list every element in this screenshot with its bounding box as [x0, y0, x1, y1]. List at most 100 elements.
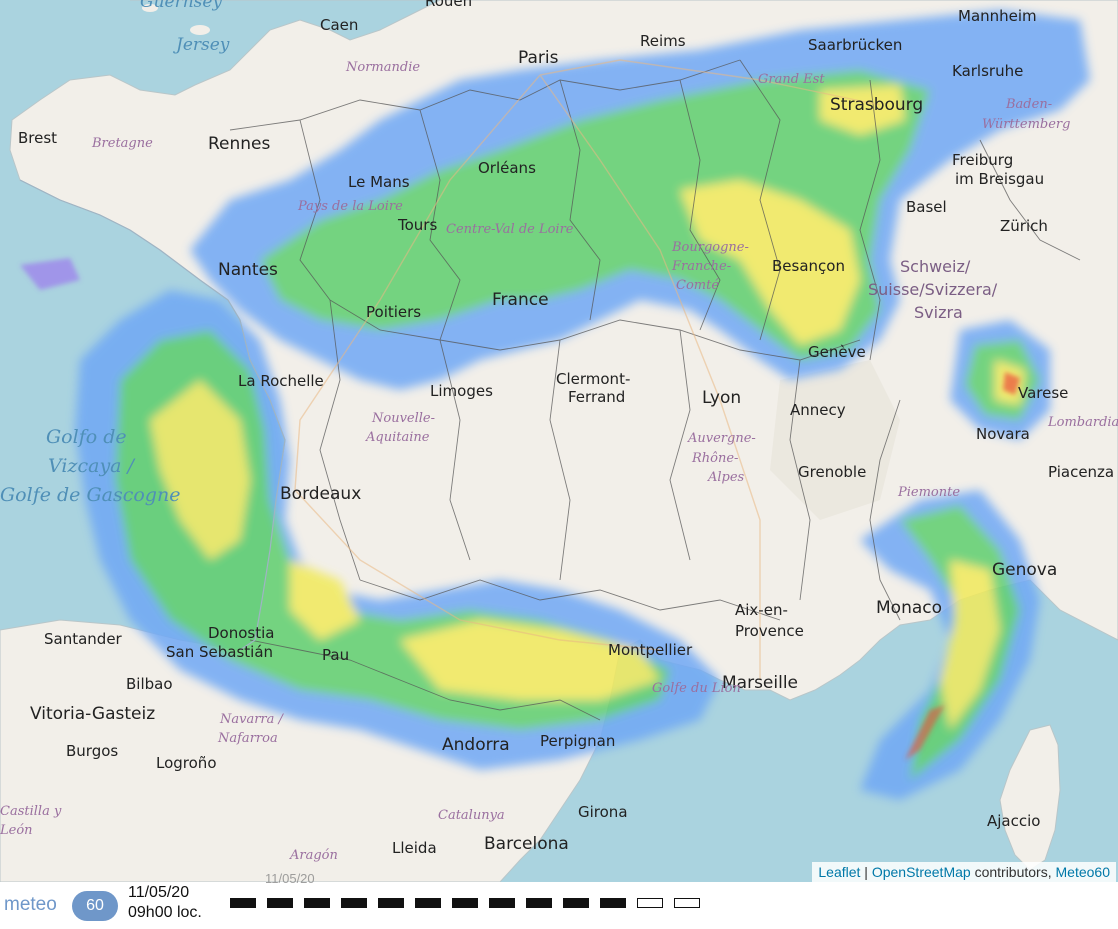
city-label: Varese: [1018, 384, 1069, 402]
region-label: Grand Est: [758, 72, 825, 87]
city-label: Logroño: [156, 754, 217, 772]
city-label: Rouen: [425, 0, 473, 10]
sea-label: Vizcaya /: [48, 455, 134, 477]
timeline-frame[interactable]: [304, 898, 330, 908]
city-label: Pau: [322, 646, 350, 664]
region-label: Lombardia: [1048, 415, 1118, 430]
city-label: Karlsruhe: [952, 62, 1024, 80]
region-label: Catalunya: [438, 808, 505, 823]
city-label: Bilbao: [126, 675, 173, 693]
city-label: Mannheim: [958, 7, 1037, 25]
timeline-frame[interactable]: [637, 898, 663, 908]
city-label: Perpignan: [540, 732, 616, 750]
city-label: Novara: [976, 425, 1030, 443]
region-label: Navarra /: [220, 712, 283, 727]
timeline-frame[interactable]: [341, 898, 367, 908]
city-label: im Breisgau: [955, 170, 1045, 188]
openstreetmap-link[interactable]: OpenStreetMap: [872, 864, 971, 880]
city-label: Le Mans: [348, 173, 410, 191]
ghost-date: 11/05/20: [265, 871, 315, 886]
city-label: Annecy: [790, 401, 846, 419]
city-label: Lleida: [392, 839, 437, 857]
region-label: Normandie: [346, 60, 421, 75]
city-label: Ferrand: [568, 388, 626, 406]
region-label: León: [0, 823, 33, 838]
region-label: Piemonte: [898, 485, 961, 500]
sea-label: Golfo de: [46, 426, 127, 448]
region-label: Aragón: [290, 848, 338, 863]
region-label: Pays de la Loire: [298, 199, 403, 214]
timeline-frame[interactable]: [489, 898, 515, 908]
timeline-frame[interactable]: [378, 898, 404, 908]
city-label: France: [492, 290, 549, 310]
city-label: Girona: [578, 803, 628, 821]
city-label: Basel: [906, 198, 947, 216]
city-label: Lyon: [702, 388, 742, 408]
city-label: Orléans: [478, 159, 536, 177]
region-label: Bretagne: [92, 136, 153, 151]
city-label: Genova: [992, 560, 1058, 580]
attribution-separator: |: [860, 864, 872, 880]
leaflet-link[interactable]: Leaflet: [818, 864, 860, 880]
logo-number-bubble: 60: [72, 891, 118, 921]
city-label: Caen: [320, 16, 359, 34]
island-label: Guernsey: [140, 0, 223, 12]
region-label: Bourgogne-: [672, 240, 749, 255]
country-label: Suisse/Svizzera/: [868, 280, 998, 299]
city-label: Andorra: [442, 735, 510, 755]
animation-timeline[interactable]: [230, 898, 700, 910]
city-label: Reims: [640, 32, 686, 50]
meteo60-logo: meteo 60: [0, 887, 122, 923]
region-label: Nafarroa: [218, 731, 278, 746]
city-label: Burgos: [66, 742, 119, 760]
city-label: Limoges: [430, 382, 493, 400]
region-label: Auvergne-: [688, 431, 756, 446]
city-label: Ajaccio: [987, 812, 1041, 830]
timeline-frame[interactable]: [230, 898, 256, 908]
timestamp-time: 09h00 loc.: [128, 904, 202, 921]
logo-word: meteo: [4, 894, 57, 915]
region-label: Alpes: [708, 470, 745, 485]
city-label: Piacenza: [1048, 463, 1115, 481]
jersey-island: [190, 25, 210, 35]
city-label: Zürich: [1000, 217, 1048, 235]
region-label: Castilla y: [0, 804, 62, 819]
timeline-frame[interactable]: [267, 898, 293, 908]
timeline-frame[interactable]: [600, 898, 626, 908]
timeline-frame[interactable]: [415, 898, 441, 908]
city-label: Montpellier: [608, 641, 693, 659]
city-label: Clermont-: [556, 370, 631, 388]
map-attribution: Leaflet | OpenStreetMap contributors, Me…: [812, 862, 1116, 882]
city-label: La Rochelle: [238, 372, 324, 390]
city-label: Barcelona: [484, 834, 569, 854]
city-label: Provence: [735, 622, 804, 640]
city-label: Saarbrücken: [808, 36, 903, 54]
region-label: Nouvelle-: [372, 411, 436, 426]
city-label: Paris: [518, 48, 559, 68]
attribution-contributors: contributors,: [970, 864, 1056, 880]
region-label: Centre-Val de Loire: [446, 222, 574, 237]
timeline-frame[interactable]: [452, 898, 478, 908]
city-label: Santander: [44, 630, 122, 648]
country-label: Schweiz/: [900, 257, 971, 276]
timeline-frame[interactable]: [563, 898, 589, 908]
city-label: Poitiers: [366, 303, 422, 321]
city-label: Aix-en-: [735, 601, 788, 619]
timeline-frame[interactable]: [674, 898, 700, 908]
city-label: Tours: [398, 216, 438, 234]
city-label: Freiburg: [952, 151, 1014, 169]
city-label: Rennes: [208, 134, 271, 154]
meteo60-link[interactable]: Meteo60: [1056, 864, 1110, 880]
sea-label: Golfe de Gascogne: [0, 484, 181, 506]
city-label: Strasbourg: [830, 95, 924, 115]
city-label: Monaco: [876, 598, 943, 618]
city-label: Nantes: [218, 260, 278, 280]
island-label: Jersey: [176, 35, 230, 55]
region-label: Baden-: [1006, 97, 1053, 112]
region-label: Rhône-: [692, 451, 739, 466]
city-label: Donostia: [208, 624, 275, 642]
region-label: Golfe du Lion: [652, 681, 741, 696]
city-label: Genève: [808, 343, 866, 361]
city-label: Besançon: [772, 257, 845, 275]
timeline-frame[interactable]: [526, 898, 552, 908]
